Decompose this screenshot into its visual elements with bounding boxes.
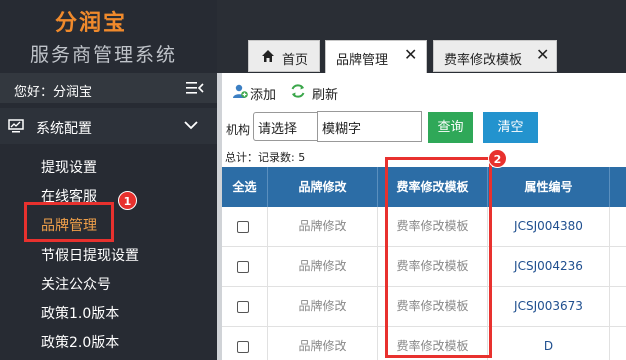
brand-subtitle: 服务商管理系统 bbox=[30, 44, 178, 66]
refresh-icon[interactable] bbox=[290, 83, 306, 99]
brand-edit-link[interactable]: 品牌修改 bbox=[268, 207, 378, 246]
org-label: 机构 bbox=[226, 123, 251, 137]
sidebar-item-follow-account[interactable]: 关注公众号 bbox=[41, 274, 111, 294]
toolbar: 添加 刷新 bbox=[222, 73, 626, 107]
attr-code-cell: JCSJ004380 bbox=[488, 207, 610, 246]
brand-edit-link[interactable]: 品牌修改 bbox=[268, 287, 378, 326]
row-checkbox[interactable] bbox=[237, 261, 249, 273]
brand-edit-link[interactable]: 品牌修改 bbox=[268, 327, 378, 360]
menu-collapse-icon[interactable] bbox=[186, 81, 204, 95]
tab-bar: 首页 品牌管理 ✕ 费率修改模板 ✕ bbox=[217, 0, 626, 73]
row-select-cell bbox=[222, 327, 268, 360]
monitor-icon bbox=[8, 119, 24, 133]
home-icon bbox=[262, 50, 274, 62]
sidebar-item-policy-v2[interactable]: 政策2.0版本 bbox=[41, 332, 119, 352]
select-all-header[interactable]: 全选 bbox=[222, 167, 268, 207]
close-icon[interactable]: ✕ bbox=[404, 47, 417, 63]
brand-logo-text: 分润宝 bbox=[55, 11, 128, 36]
sidebar-item-policy-v1[interactable]: 政策1.0版本 bbox=[41, 303, 119, 323]
annotation-highlight-box-2 bbox=[385, 157, 492, 358]
sidebar: 分润宝 服务商管理系统 您好：分润宝 系统配置 提现设置 在线客服 品牌管理 节… bbox=[0, 0, 217, 360]
keyword-input[interactable]: 模糊字 bbox=[317, 111, 422, 142]
sidebar-item-withdraw-settings[interactable]: 提现设置 bbox=[41, 157, 97, 177]
row-checkbox[interactable] bbox=[237, 341, 249, 353]
row-checkbox[interactable] bbox=[237, 221, 249, 233]
attr-code-cell: JCSJ003673 bbox=[488, 287, 610, 326]
row-select-cell bbox=[222, 247, 268, 286]
add-button[interactable]: 添加 bbox=[250, 84, 276, 103]
annotation-badge-1: 1 bbox=[118, 191, 137, 210]
record-summary: 总计：记录数: 5 bbox=[225, 151, 306, 164]
refresh-button[interactable]: 刷新 bbox=[312, 84, 338, 103]
column-header-attr-code: 属性编号 bbox=[488, 167, 610, 207]
row-checkbox[interactable] bbox=[237, 301, 249, 313]
chevron-down-icon bbox=[184, 121, 198, 130]
query-button[interactable]: 查询 bbox=[428, 112, 473, 143]
add-user-icon[interactable] bbox=[232, 83, 248, 99]
brand-edit-link[interactable]: 品牌修改 bbox=[268, 247, 378, 286]
filter-bar: 机构 请选择 模糊字 查询 清空 bbox=[222, 107, 626, 147]
tab-rate-template-label: 费率修改模板 bbox=[444, 53, 523, 68]
tab-brand-management[interactable]: 品牌管理 ✕ bbox=[325, 40, 427, 73]
org-select-value: 请选择 bbox=[258, 122, 298, 137]
row-select-cell bbox=[222, 207, 268, 246]
annotation-highlight-box-1 bbox=[24, 202, 114, 242]
annotation-badge-2: 2 bbox=[488, 149, 507, 168]
tab-home[interactable]: 首页 bbox=[248, 40, 320, 72]
greeting-bar: 您好：分润宝 bbox=[0, 73, 217, 103]
column-header-brand-edit: 品牌修改 bbox=[268, 167, 378, 207]
tab-home-label: 首页 bbox=[282, 53, 309, 68]
attr-code-cell: JCSJ004236 bbox=[488, 247, 610, 286]
tab-brand-management-label: 品牌管理 bbox=[336, 53, 389, 68]
attr-code-cell: D bbox=[488, 327, 610, 360]
clear-button[interactable]: 清空 bbox=[483, 112, 538, 143]
sidebar-section-system-config[interactable]: 系统配置 bbox=[0, 108, 217, 144]
sidebar-item-holiday-withdraw[interactable]: 节假日提现设置 bbox=[41, 245, 139, 265]
close-icon[interactable]: ✕ bbox=[536, 47, 549, 63]
tab-rate-template[interactable]: 费率修改模板 ✕ bbox=[433, 40, 557, 72]
keyword-input-value: 模糊字 bbox=[322, 122, 362, 137]
column-header-extra bbox=[610, 167, 626, 207]
row-select-cell bbox=[222, 287, 268, 326]
greeting-text: 您好：分润宝 bbox=[14, 85, 93, 100]
sidebar-section-label: 系统配置 bbox=[36, 121, 92, 137]
